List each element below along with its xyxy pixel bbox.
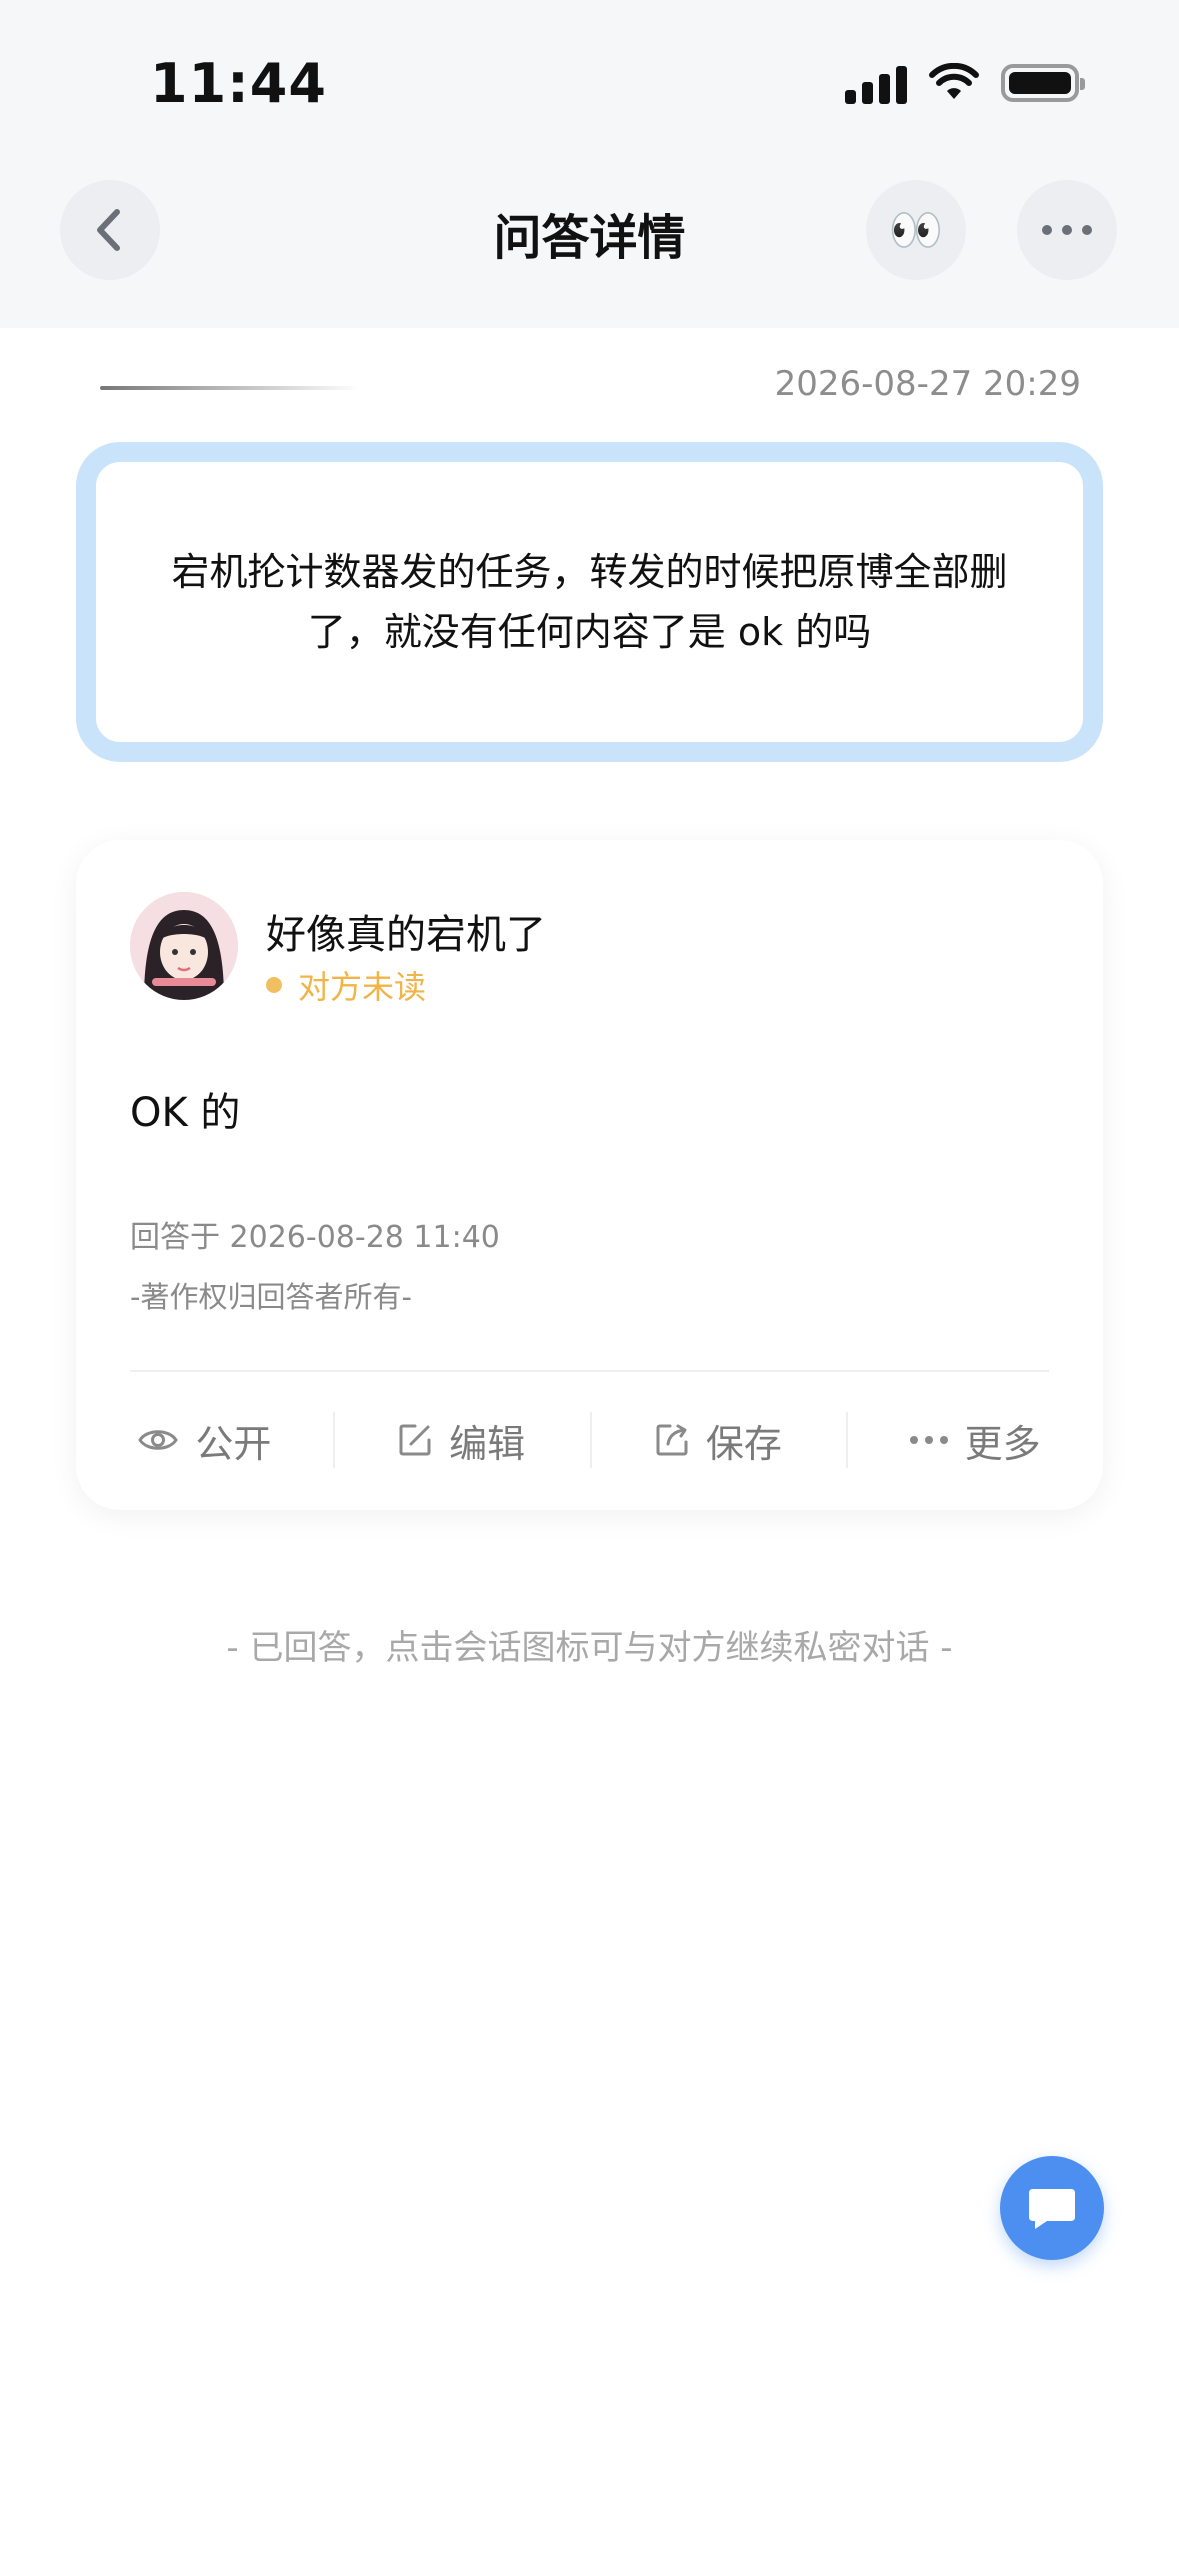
eyes-button[interactable]: 👀 [866,180,966,280]
edit-button[interactable]: 编辑 [332,1412,590,1468]
answer-actions: 公开 编辑 保存 更多 [76,1370,1103,1510]
top-bar: 11:44 问答详情 👀 [0,0,1179,328]
read-status-badge: 对方未读 [266,962,426,1008]
question-date: 2026-08-27 20:29 [774,364,1081,404]
read-status-label: 对方未读 [298,968,427,1006]
chat-bubble-icon [1029,2189,1075,2229]
answerer-name[interactable]: 好像真的宕机了 [266,902,546,960]
status-icons [845,62,1085,104]
wifi-icon [929,63,979,99]
answer-card: 好像真的宕机了 对方未读 OK 的 回答于 2026-08-28 11:40 -… [76,840,1103,1510]
save-label: 保存 [705,1421,782,1466]
battery-icon [1001,64,1085,102]
answer-timestamp: 回答于 2026-08-28 11:40 [130,1220,500,1255]
question-text: 宕机抡计数器发的任务，转发的时候把原博全部删了，就没有任何内容了是 ok 的吗 [171,550,1008,654]
chat-button[interactable] [1000,2156,1104,2260]
page-title: 问答详情 [493,210,686,266]
more-label: 更多 [964,1421,1041,1466]
question-card: 宕机抡计数器发的任务，转发的时候把原博全部删了，就没有任何内容了是 ok 的吗 [76,442,1103,762]
answer-text: OK 的 [130,1090,241,1136]
more-button[interactable]: 更多 [846,1412,1103,1468]
edit-icon [399,1424,431,1456]
public-button[interactable]: 公开 [76,1413,333,1468]
eyes-icon: 👀 [888,205,944,256]
footer-hint: - 已回答，点击会话图标可与对方继续私密对话 - [226,1628,953,1668]
eye-icon [138,1430,179,1450]
edit-label: 编辑 [449,1421,526,1466]
share-icon [656,1424,688,1456]
cellular-signal-icon [845,62,907,104]
unread-dot-icon [266,977,282,993]
more-icon [909,1436,948,1444]
save-button[interactable]: 保存 [589,1412,847,1468]
copyright-notice: -著作权归回答者所有- [130,1280,412,1314]
status-time: 11:44 [150,52,327,115]
public-label: 公开 [195,1421,272,1466]
more-dots-icon [1042,225,1092,235]
asker-placeholder-line [100,386,360,390]
avatar[interactable] [130,892,238,1000]
more-menu-button[interactable] [1017,180,1117,280]
avatar-image [130,892,238,1000]
